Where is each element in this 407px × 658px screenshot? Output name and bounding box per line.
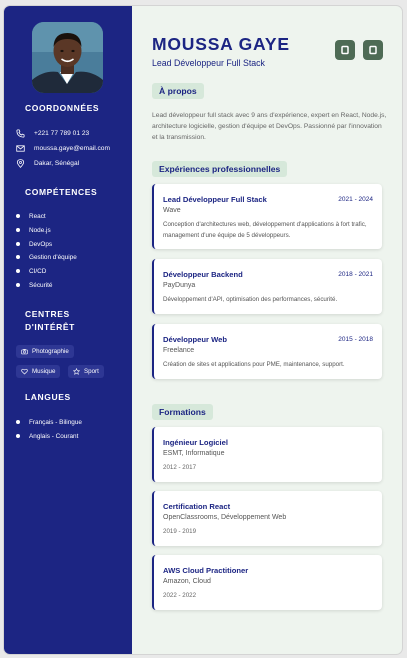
experience-description: Conception d'architectures web, développ…: [163, 221, 367, 239]
phone-text: +221 77 789 01 23: [34, 129, 90, 137]
bullet-icon: [16, 228, 20, 232]
skill-item: CI/CD: [16, 266, 46, 276]
interest-label: Musique: [32, 368, 56, 375]
contact-phone[interactable]: +221 77 789 01 23: [16, 127, 89, 139]
experience-description: Création de sites et applications pour P…: [163, 361, 345, 368]
bullet-icon: [16, 242, 20, 246]
experience-description: Développement d'API, optimisation des pe…: [163, 296, 338, 303]
square-outline-icon: [341, 45, 349, 55]
experience-dates: 2021 - 2024: [338, 196, 373, 203]
interest-label: Photographie: [32, 348, 69, 355]
skills-section-title: COMPÉTENCES: [25, 187, 98, 197]
experience-title: Développeur Backend: [163, 270, 243, 279]
experience-title: Développeur Web: [163, 335, 227, 344]
contact-email[interactable]: moussa.gaye@email.com: [16, 142, 110, 154]
experience-card: Développeur Backend 2018 - 2021 PayDunya…: [152, 259, 382, 314]
about-text: Lead développeur full stack avec 9 ans d…: [152, 112, 387, 141]
contact-section-title: COORDONNÉES: [25, 103, 100, 113]
skill-item: Sécurité: [16, 280, 52, 290]
interests-section-title-line1: CENTRES: [25, 309, 70, 319]
experience-company: Freelance: [163, 347, 195, 354]
skill-label: Sécurité: [29, 281, 53, 289]
education-dates: 2022 - 2022: [163, 592, 197, 599]
email-text: moussa.gaye@email.com: [34, 144, 110, 152]
bullet-icon: [16, 434, 20, 438]
heart-icon: [21, 368, 28, 375]
bullet-icon: [16, 269, 20, 273]
toolbar-button-1[interactable]: [335, 40, 355, 60]
job-title: Lead Développeur Full Stack: [152, 58, 265, 68]
about-section-title: À propos: [152, 83, 204, 99]
education-dates: 2012 - 2017: [163, 464, 197, 471]
experience-title: Lead Développeur Full Stack: [163, 195, 267, 204]
camera-icon: [21, 349, 28, 355]
language-label: Français - Bilingue: [29, 418, 82, 426]
location-pin-icon: [16, 158, 25, 168]
skill-label: React: [29, 212, 46, 220]
skill-item: Gestion d'équipe: [16, 252, 77, 262]
education-section-title: Formations: [152, 404, 213, 420]
language-item: Anglais - Courant: [16, 431, 78, 441]
interests-section-title-line2: D'INTÉRÊT: [25, 322, 75, 332]
education-school: Amazon, Cloud: [163, 578, 211, 585]
education-title: Certification React: [163, 502, 231, 511]
education-school: ESMT, Informatique: [163, 450, 225, 457]
bullet-icon: [16, 283, 20, 287]
bullet-icon: [16, 420, 20, 424]
star-icon: [73, 368, 80, 375]
main-content: MOUSSA GAYE Lead Développeur Full Stack …: [132, 6, 402, 654]
interest-label: Sport: [84, 368, 99, 375]
education-card: Ingénieur Logiciel ESMT, Informatique 20…: [152, 427, 382, 482]
interest-chip-sport[interactable]: Sport: [68, 365, 104, 378]
experience-section-title: Expériences professionnelles: [152, 161, 288, 177]
bullet-icon: [16, 255, 20, 259]
mail-icon: [16, 144, 25, 152]
education-title: AWS Cloud Practitioner: [163, 566, 249, 575]
profile-photo: [32, 22, 103, 93]
languages-section-title: LANGUES: [25, 392, 71, 402]
experience-card: Développeur Web 2015 - 2018 Freelance Cr…: [152, 324, 382, 379]
language-label: Anglais - Courant: [29, 432, 79, 440]
skill-label: CI/CD: [29, 267, 47, 275]
interest-chip-photography[interactable]: Photographie: [16, 345, 74, 358]
resume-page: COORDONNÉES +221 77 789 01 23 moussa.gay…: [4, 6, 402, 654]
person-name: MOUSSA GAYE: [152, 34, 290, 54]
skill-label: Node.js: [29, 226, 51, 234]
bullet-icon: [16, 214, 20, 218]
location-text: Dakar, Sénégal: [34, 159, 80, 167]
interest-chip-music[interactable]: Musique: [16, 365, 61, 378]
education-card: Certification React OpenClassrooms, Déve…: [152, 491, 382, 546]
education-school: OpenClassrooms, Développement Web: [163, 514, 287, 521]
education-card: AWS Cloud Practitioner Amazon, Cloud 202…: [152, 555, 382, 610]
sidebar: COORDONNÉES +221 77 789 01 23 moussa.gay…: [4, 6, 132, 654]
experience-company: PayDunya: [163, 282, 196, 289]
contact-location: Dakar, Sénégal: [16, 157, 79, 169]
education-dates: 2019 - 2019: [163, 528, 197, 535]
toolbar-button-2[interactable]: [363, 40, 383, 60]
experience-card: Lead Développeur Full Stack 2021 - 2024 …: [152, 184, 382, 249]
skill-label: Gestion d'équipe: [29, 253, 77, 261]
experience-dates: 2018 - 2021: [338, 271, 373, 278]
phone-icon: [16, 128, 25, 138]
skill-item: DevOps: [16, 239, 52, 249]
skill-item: React: [16, 211, 46, 221]
education-title: Ingénieur Logiciel: [163, 438, 228, 447]
language-item: Français - Bilingue: [16, 417, 82, 427]
square-outline-icon: [369, 45, 377, 55]
experience-dates: 2015 - 2018: [338, 336, 373, 343]
skill-item: Node.js: [16, 225, 51, 235]
experience-company: Wave: [163, 207, 181, 214]
skill-label: DevOps: [29, 240, 53, 248]
